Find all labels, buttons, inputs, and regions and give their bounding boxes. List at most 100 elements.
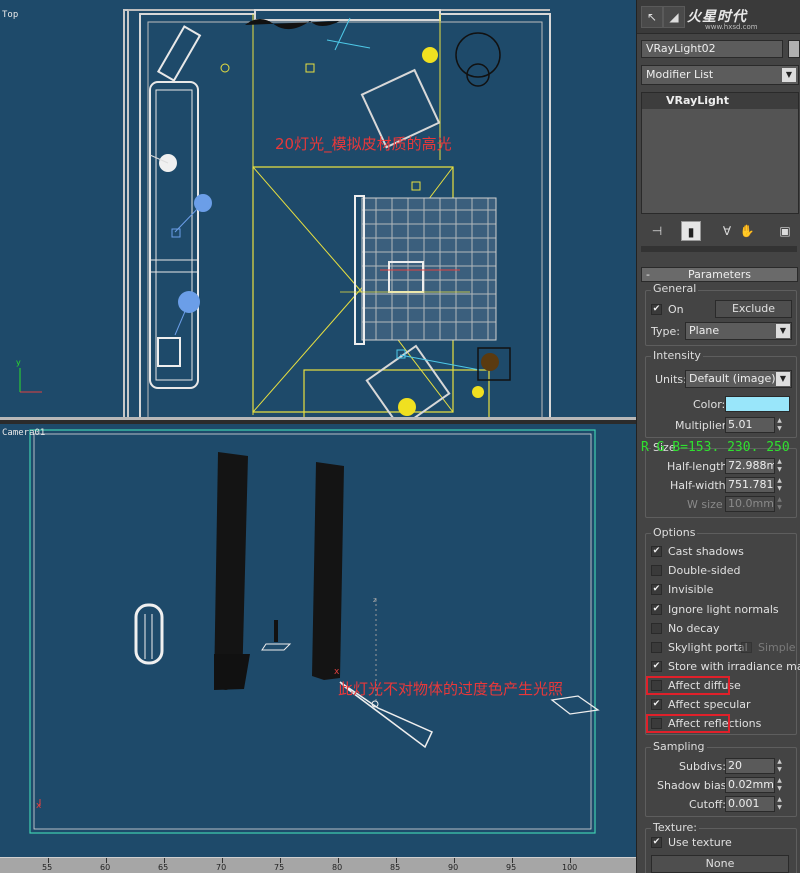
- ruler-label: 100: [562, 863, 578, 872]
- ruler-label: 95: [506, 863, 517, 872]
- spinner-arrows-icon[interactable]: ▲ ▼: [776, 796, 783, 812]
- units-value: Default (image): [689, 372, 776, 385]
- w-size-label: W size: [687, 498, 723, 511]
- camera-annotation: 此灯光不对物体的过度色产生光照: [338, 680, 564, 698]
- modifier-list-label: Modifier List: [646, 68, 714, 81]
- simple-label: Simple: [758, 641, 796, 654]
- affect-diffuse-highlight: [646, 676, 730, 695]
- cutoff-label: Cutoff:: [689, 798, 726, 811]
- no-decay-checkbox[interactable]: [651, 623, 662, 634]
- ruler-label: 90: [448, 863, 459, 872]
- ruler-label: 85: [390, 863, 401, 872]
- remove-modifier-icon[interactable]: ✋: [737, 221, 757, 241]
- half-width-label: Half-width:: [670, 479, 730, 492]
- ruler-label: 80: [332, 863, 343, 872]
- half-length-spinner[interactable]: 72.988mm: [725, 458, 775, 474]
- camera-viewport[interactable]: z x x Camera01 此灯光不对物体的过度色产生光照: [0, 424, 636, 857]
- object-name-field[interactable]: VRayLight02: [641, 40, 783, 58]
- rgb-annotation: R G B=153. 230. 250: [641, 440, 790, 455]
- parameters-title: Parameters: [688, 268, 751, 281]
- chevron-down-icon: ▼: [776, 372, 790, 386]
- top-viewport[interactable]: y Top 20灯光_模拟皮材质的高光: [0, 0, 636, 420]
- affect-reflections-highlight: [646, 714, 730, 733]
- texture-map-button[interactable]: None: [651, 855, 789, 873]
- top-annotation: 20灯光_模拟皮材质的高光: [275, 135, 452, 153]
- cast-shadows-checkbox[interactable]: ✔: [651, 546, 662, 557]
- make-unique-icon[interactable]: ∀: [717, 221, 737, 241]
- modify-tab-icon[interactable]: ◢: [663, 6, 685, 28]
- light-color-swatch[interactable]: [725, 396, 790, 412]
- exclude-button[interactable]: Exclude: [715, 300, 792, 318]
- show-end-result-icon[interactable]: ▮: [681, 221, 701, 241]
- w-size-spinner[interactable]: 10.0mm: [725, 496, 775, 512]
- camera-viewport-label[interactable]: Camera01: [2, 428, 45, 438]
- timeline-ruler[interactable]: 55 60 65 70 75 80 85 90 95 100: [0, 857, 636, 873]
- spinner-arrows-icon[interactable]: ▲ ▼: [776, 417, 783, 433]
- ignore-light-normals-checkbox[interactable]: ✔: [651, 604, 662, 615]
- ruler-label: 65: [158, 863, 169, 872]
- half-length-label: Half-length:: [667, 460, 732, 473]
- texture-title: Texture:: [651, 821, 699, 834]
- ruler-label: 70: [216, 863, 227, 872]
- spinner-arrows-icon[interactable]: ▲ ▼: [776, 458, 783, 474]
- shadow-bias-spinner[interactable]: 0.02mm: [725, 777, 775, 793]
- cutoff-spinner[interactable]: 0.001: [725, 796, 775, 812]
- subdivs-label: Subdivs:: [679, 760, 726, 773]
- affect-specular-checkbox[interactable]: ✔: [651, 699, 662, 710]
- store-irradiance-label: Store with irradiance map: [668, 660, 800, 673]
- modifier-stack[interactable]: VRayLight: [641, 92, 799, 214]
- use-texture-label: Use texture: [668, 836, 732, 849]
- units-dropdown[interactable]: Default (image) ▼: [685, 370, 792, 388]
- subdivs-spinner[interactable]: 20: [725, 758, 775, 774]
- parameters-rollout-header[interactable]: - Parameters: [641, 267, 798, 282]
- command-panel: ↖ ◢ 火星时代 www.hxsd.com VRayLight02 Modifi…: [636, 0, 800, 873]
- ruler-label: 55: [42, 863, 53, 872]
- top-viewport-label[interactable]: Top: [2, 10, 18, 20]
- type-dropdown[interactable]: Plane ▼: [685, 322, 792, 340]
- use-texture-checkbox[interactable]: ✔: [651, 837, 662, 848]
- create-tab-icon[interactable]: ↖: [641, 6, 663, 28]
- skylight-portal-checkbox[interactable]: [651, 642, 662, 653]
- stack-toolbar: ⊣ ▮ ∀ ✋ ▣: [637, 218, 800, 244]
- ignore-light-normals-label: Ignore light normals: [668, 603, 779, 616]
- spinner-arrows-icon[interactable]: ▲ ▼: [776, 758, 783, 774]
- simple-checkbox[interactable]: [741, 642, 752, 653]
- configure-sets-icon[interactable]: ▣: [775, 221, 795, 241]
- svg-text:z: z: [373, 596, 377, 604]
- pin-stack-icon[interactable]: ⊣: [647, 221, 667, 241]
- skylight-portal-label: Skylight portal: [668, 641, 748, 654]
- object-color-swatch[interactable]: [788, 40, 800, 58]
- units-label: Units:: [655, 373, 687, 386]
- type-value: Plane: [689, 324, 720, 337]
- affect-specular-label: Affect specular: [668, 698, 751, 711]
- chevron-down-icon: ▼: [776, 324, 790, 338]
- invisible-label: Invisible: [668, 583, 714, 596]
- multiplier-spinner[interactable]: 5.01: [725, 417, 775, 433]
- intensity-title: Intensity: [651, 349, 703, 362]
- collapse-icon: -: [646, 268, 650, 281]
- spinner-arrows-icon[interactable]: ▲ ▼: [776, 496, 783, 512]
- svg-text:y: y: [16, 358, 21, 367]
- half-width-spinner[interactable]: 751.781mm: [725, 477, 775, 493]
- invisible-checkbox[interactable]: ✔: [651, 584, 662, 595]
- double-sided-checkbox[interactable]: [651, 565, 662, 576]
- ruler-label: 75: [274, 863, 285, 872]
- options-title: Options: [651, 526, 698, 539]
- modifier-stack-item[interactable]: VRayLight: [642, 93, 798, 109]
- top-viewport-scene: y: [16, 9, 551, 417]
- no-decay-label: No decay: [668, 622, 720, 635]
- ruler-label: 60: [100, 863, 111, 872]
- camera-viewport-scene: z x x: [29, 429, 600, 834]
- shadow-bias-label: Shadow bias:: [657, 779, 731, 792]
- svg-text:x: x: [334, 667, 340, 677]
- store-irradiance-checkbox[interactable]: ✔: [651, 661, 662, 672]
- type-label: Type:: [651, 325, 680, 338]
- spinner-arrows-icon[interactable]: ▲ ▼: [776, 477, 783, 493]
- modifier-list-dropdown[interactable]: Modifier List ▼: [641, 65, 799, 85]
- multiplier-label: Multiplier:: [675, 419, 730, 432]
- spinner-arrows-icon[interactable]: ▲ ▼: [776, 777, 783, 793]
- cast-shadows-label: Cast shadows: [668, 545, 744, 558]
- on-checkbox[interactable]: ✔: [651, 304, 662, 315]
- color-label: Color:: [693, 398, 726, 411]
- sampling-title: Sampling: [651, 740, 707, 753]
